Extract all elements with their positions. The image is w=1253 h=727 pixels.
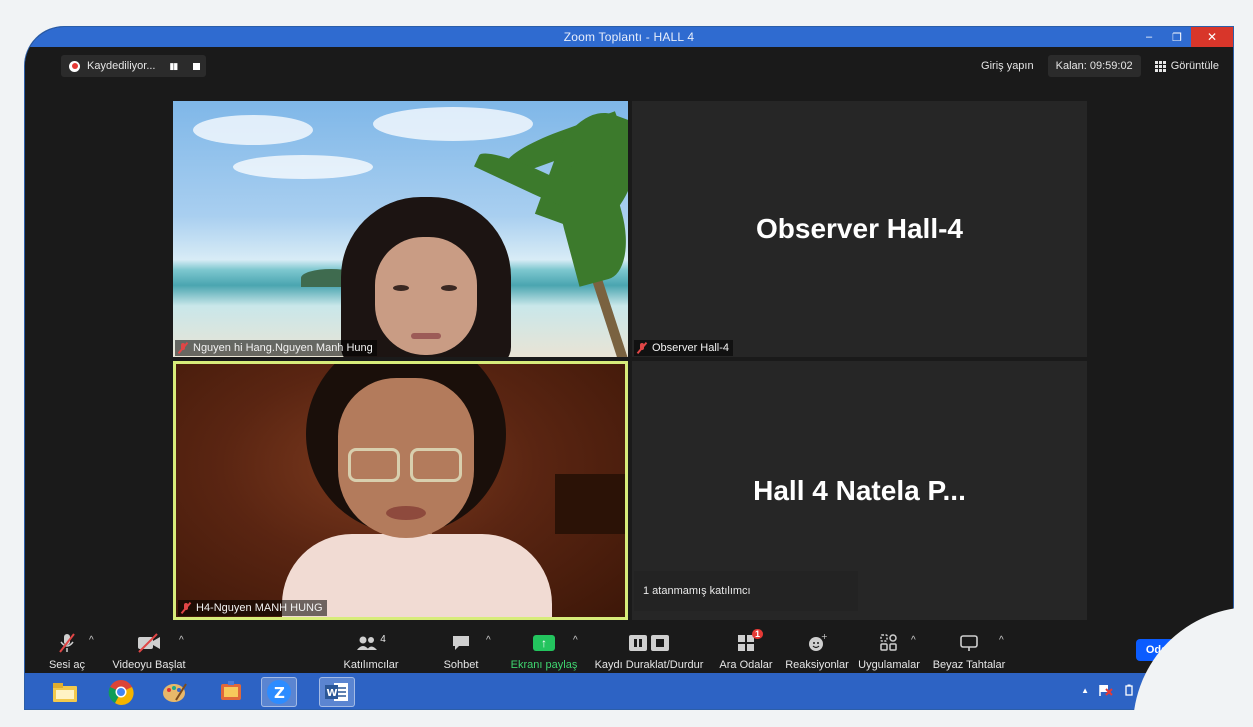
apps-options-caret[interactable]: ^ [911, 635, 916, 646]
close-button[interactable]: ✕ [1191, 27, 1233, 47]
apps-icon [879, 631, 899, 655]
video-camera-off-icon [136, 631, 162, 655]
paint-icon[interactable] [157, 677, 193, 707]
media-center-icon[interactable] [213, 677, 249, 707]
unmute-label: Sesi aç [48, 659, 86, 671]
whiteboards-label: Beyaz Tahtalar [932, 659, 1006, 671]
top-bar-right: Giriş yapın Kalan: 09:59:02 Görüntüle [973, 55, 1227, 77]
participants-button[interactable]: 4 Katılımcılar [331, 623, 411, 673]
svg-text:+: + [821, 633, 827, 641]
audio-options-caret[interactable]: ^ [89, 635, 94, 646]
network-flag-icon[interactable] [1099, 684, 1113, 696]
window-title: Zoom Toplantı - HALL 4 [563, 30, 695, 44]
participants-icon [357, 636, 378, 650]
zoom-app-icon[interactable]: Z [261, 677, 297, 707]
start-video-label: Videoyu Başlat [112, 659, 186, 671]
participant-name-tag: Observer Hall-4 [634, 340, 734, 356]
file-explorer-icon[interactable] [47, 677, 83, 707]
apps-label: Uygulamalar [858, 659, 920, 671]
participant-name-tag: H4-Nguyen MANH HUNG [178, 600, 327, 616]
start-video-button[interactable]: Videoyu Başlat [111, 623, 187, 673]
remaining-time: Kalan: 09:59:02 [1047, 55, 1141, 77]
power-icon[interactable] [1123, 684, 1135, 696]
grid-view-icon [1154, 60, 1166, 72]
whiteboards-button[interactable]: Beyaz Tahtalar [933, 623, 1005, 673]
smiley-plus-icon: + [807, 631, 827, 655]
chat-options-caret[interactable]: ^ [486, 635, 491, 646]
popup-text: 1 atanmamış katılımcı [643, 585, 751, 597]
mic-muted-icon [180, 602, 192, 614]
svg-text:Z: Z [274, 684, 285, 702]
svg-text:W: W [327, 688, 338, 699]
minimize-button[interactable]: – [1135, 27, 1163, 47]
video-options-caret[interactable]: ^ [179, 635, 184, 646]
recording-label: Kaydediliyor... [87, 60, 156, 72]
video-tile-1[interactable]: Nguyen hi Hang.Nguyen Manh Hung [173, 101, 628, 357]
participant-video-3 [272, 364, 552, 617]
windows-taskbar: Z W ▲ 12 [25, 673, 1233, 709]
view-label: Görüntüle [1170, 60, 1219, 72]
participant-name: Nguyen hi Hang.Nguyen Manh Hung [193, 342, 373, 354]
breakout-label: Ara Odalar [719, 659, 773, 671]
word-icon[interactable]: W [319, 677, 355, 707]
pause-stop-recording-button[interactable]: Kaydı Duraklat/Durdur [593, 623, 705, 673]
chat-button[interactable]: Sohbet [441, 623, 481, 673]
participants-count: 4 [380, 633, 386, 645]
breakout-rooms-icon: 1 [737, 629, 763, 655]
participant-name: H4-Nguyen MANH HUNG [196, 602, 323, 614]
video-tile-3-active-speaker[interactable]: H4-Nguyen MANH HUNG [173, 361, 628, 620]
reactions-button[interactable]: + Reaksiyonlar [785, 623, 849, 673]
restore-button[interactable]: ❐ [1163, 27, 1191, 47]
participant-video-1 [341, 197, 511, 357]
screen-frame: Zoom Toplantı - HALL 4 – ❐ ✕ Kaydediliyo… [0, 0, 1253, 727]
unassigned-participant-popup[interactable]: 1 atanmamış katılımcı [634, 571, 858, 611]
share-screen-button[interactable]: ↑ Ekranı paylaş [511, 623, 577, 673]
tray-expand-arrow-icon[interactable]: ▲ [1081, 686, 1089, 695]
microphone-muted-icon [56, 631, 78, 655]
whiteboard-options-caret[interactable]: ^ [999, 635, 1004, 646]
record-dot-icon [69, 60, 80, 72]
video-tile-2[interactable]: Observer Hall-4 Observer Hall-4 [632, 101, 1087, 357]
view-button[interactable]: Görüntüle [1147, 55, 1227, 77]
participants-label: Katılımcılar [343, 659, 399, 671]
apps-button[interactable]: Uygulamalar [857, 623, 921, 673]
participant-name-tag: Nguyen hi Hang.Nguyen Manh Hung [175, 340, 377, 356]
meeting-top-bar: Kaydediliyor... ▮▮ Giriş yapın Kalan: 09… [25, 47, 1233, 83]
stop-recording-button[interactable] [193, 62, 201, 70]
title-bar[interactable]: Zoom Toplantı - HALL 4 – ❐ ✕ [25, 27, 1233, 47]
pause-recording-button[interactable]: ▮▮ [169, 61, 178, 72]
chrome-icon[interactable] [103, 677, 139, 707]
share-screen-icon: ↑ [533, 635, 555, 651]
breakout-badge: 1 [751, 629, 763, 639]
breakout-rooms-button[interactable]: 1 Ara Odalar [715, 623, 777, 673]
window-controls: – ❐ ✕ [1135, 27, 1233, 47]
recording-indicator: Kaydediliyor... ▮▮ [61, 55, 207, 77]
mic-muted-icon [177, 342, 189, 354]
reactions-label: Reaksiyonlar [785, 659, 849, 671]
mic-muted-icon [636, 342, 648, 354]
share-screen-label: Ekranı paylaş [510, 659, 578, 671]
chat-label: Sohbet [443, 659, 479, 671]
signin-button[interactable]: Giriş yapın [973, 55, 1042, 77]
whiteboard-icon [959, 631, 979, 655]
participant-name: Observer Hall-4 [652, 342, 730, 354]
chat-bubble-icon [451, 631, 471, 655]
pause-stop-icon [628, 631, 670, 655]
meeting-toolbar: Sesi aç ^ Videoyu Başlat ^ 4 Katılımcıla… [25, 623, 1233, 673]
zoom-window: Zoom Toplantı - HALL 4 – ❐ ✕ Kaydediliyo… [24, 26, 1234, 710]
record-label: Kaydı Duraklat/Durdur [594, 659, 704, 671]
participant-display-name: Observer Hall-4 [756, 213, 963, 244]
share-options-caret[interactable]: ^ [573, 635, 578, 646]
unmute-button[interactable]: Sesi aç [47, 623, 87, 673]
